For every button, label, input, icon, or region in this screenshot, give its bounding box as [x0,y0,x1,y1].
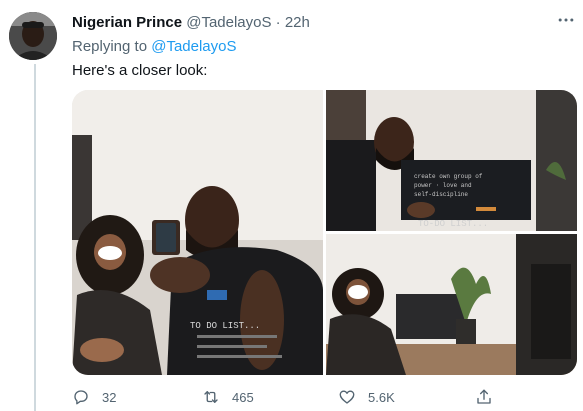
photo-1-screen-text: TO DO LIST... [190,321,260,331]
photo-2-screen-line-4: TO-DO LIST... [418,219,488,229]
thread-connector-line [34,64,36,411]
photo-2-screen-line-1: create own group of [414,173,483,180]
tweet-text: Here's a closer look: [72,62,208,79]
photo-2[interactable]: create own group of power · love and sel… [326,90,577,231]
more-horizontal-icon[interactable] [554,10,578,34]
share-icon [477,389,491,404]
photo-2-screen-line-3: self-discipline [414,191,468,198]
retweet-count: 465 [232,389,254,405]
retweet-icon [204,391,218,403]
retweet-button[interactable]: 465 [202,386,254,408]
author-name[interactable]: Nigerian Prince [72,14,182,31]
like-count: 5.6K [368,389,395,405]
tweet-header: Nigerian Prince @TadelayoS · 22h [72,13,310,33]
photo-1[interactable]: TO DO LIST... [72,90,323,375]
reply-icon [74,390,88,405]
reply-mention-link[interactable]: @TadelayoS [151,38,236,55]
reply-prefix: Replying to [72,38,148,55]
photo-3[interactable] [326,234,577,375]
media-grid: TO DO LIST... create own group of power … [72,90,577,375]
tweet-actions: 32 465 5.6K [72,386,577,408]
reply-count: 32 [102,389,117,405]
author-handle[interactable]: @TadelayoS [186,14,271,31]
header-separator: · [275,14,281,31]
photo-2-screen-line-2: power · love and [414,182,472,189]
replying-to: Replying to @TadelayoS [72,37,237,57]
reply-button[interactable]: 32 [72,386,116,408]
avatar[interactable] [9,12,57,60]
heart-icon [339,390,355,404]
tweet-timestamp[interactable]: 22h [285,14,310,31]
share-button[interactable] [475,386,505,408]
like-button[interactable]: 5.6K [338,386,395,408]
